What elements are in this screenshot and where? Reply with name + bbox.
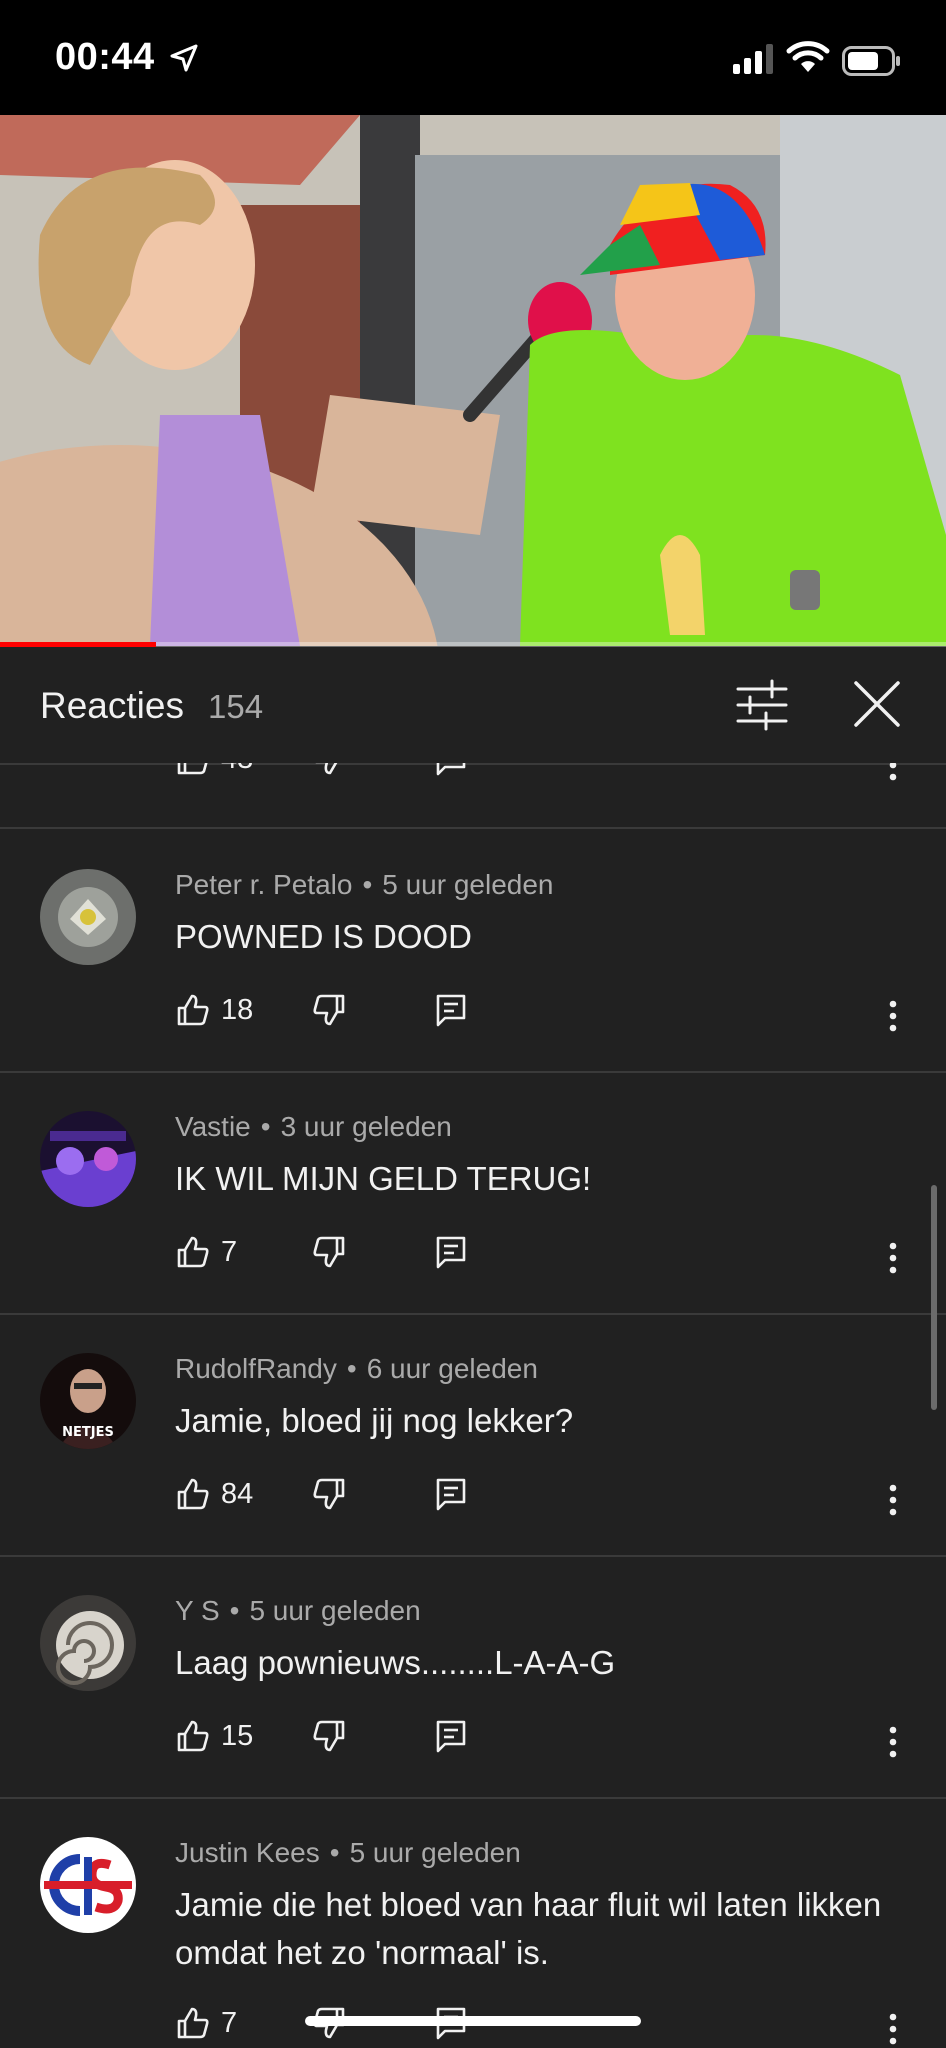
avatar[interactable]: NETJES xyxy=(40,1353,136,1449)
video-frame-image xyxy=(0,115,946,646)
comments-list[interactable]: 43 xyxy=(0,763,946,2048)
like-count: 18 xyxy=(221,993,254,1026)
comment-text: POWNED IS DOOD xyxy=(175,918,473,955)
reply-icon xyxy=(436,763,466,776)
reply-button[interactable] xyxy=(433,1718,469,1754)
reply-icon xyxy=(436,1720,466,1753)
comment-actions: 15 xyxy=(175,1718,915,1768)
more-options-icon[interactable] xyxy=(887,1724,899,1760)
thumbs-up-icon xyxy=(177,1236,209,1268)
thumbs-down-icon xyxy=(313,994,345,1026)
comment-text: IK WIL MIJN GELD TERUG! xyxy=(175,1160,592,1197)
comment-actions: 84 xyxy=(175,1476,915,1526)
thumbs-up-icon xyxy=(177,763,208,775)
comment-text: Jamie, bloed jij nog lekker? xyxy=(175,1402,574,1439)
comment-time: 5 uur geleden xyxy=(249,1595,421,1626)
reply-button[interactable] xyxy=(433,763,469,777)
more-options-icon[interactable] xyxy=(887,1240,899,1276)
comments-title: Reacties xyxy=(40,685,184,726)
comment-meta: Peter r. Petalo • 5 uur geleden xyxy=(175,869,554,900)
like-button[interactable]: 84 xyxy=(175,1476,253,1512)
comment-actions: 7 xyxy=(175,1234,915,1284)
thumbs-up-icon xyxy=(177,1478,209,1510)
dislike-button[interactable] xyxy=(311,1718,347,1754)
like-button[interactable]: 43 xyxy=(175,763,253,777)
comments-count: 154 xyxy=(208,688,264,725)
status-time: 00:44 xyxy=(55,36,155,78)
like-button[interactable]: 15 xyxy=(175,1718,253,1754)
comment-text: Jamie die het bloed van haar fluit wil l… xyxy=(175,1886,882,1971)
comment-item: Justin Kees • 5 uur geleden Jamie die het … xyxy=(0,1797,946,2048)
thumbs-down-icon xyxy=(313,1236,345,1268)
more-options-icon[interactable] xyxy=(887,763,899,783)
more-options-icon[interactable] xyxy=(887,2011,899,2047)
comment-time: 5 uur geleden xyxy=(382,869,554,900)
comment-item: Y S • 5 uur geleden Laag pownieuws........… xyxy=(0,1555,946,1799)
comment-author[interactable]: Justin Kees xyxy=(175,1837,320,1868)
more-options-icon[interactable] xyxy=(887,1482,899,1518)
cellular-signal-icon xyxy=(733,44,773,74)
wifi-icon xyxy=(786,41,830,72)
reply-button[interactable] xyxy=(433,1476,469,1512)
avatar[interactable] xyxy=(40,1595,136,1691)
more-options-icon[interactable] xyxy=(887,998,899,1034)
comment-meta: Justin Kees • 5 uur geleden xyxy=(175,1837,521,1868)
battery-icon xyxy=(842,46,900,76)
reply-button[interactable] xyxy=(433,1234,469,1270)
reply-icon xyxy=(436,1478,466,1511)
dislike-button[interactable] xyxy=(311,992,347,1028)
comments-header: Reacties 154 xyxy=(0,647,946,765)
dislike-button[interactable] xyxy=(311,1234,347,1270)
comment-partial: 43 xyxy=(0,763,946,829)
like-button[interactable]: 7 xyxy=(175,2005,237,2041)
close-icon[interactable] xyxy=(848,677,908,733)
comment-author[interactable]: RudolfRandy xyxy=(175,1353,337,1384)
like-count: 84 xyxy=(221,1477,254,1510)
thumbs-down-icon xyxy=(313,1720,345,1752)
dislike-button[interactable] xyxy=(311,1476,347,1512)
like-count: 7 xyxy=(221,1235,238,1268)
comment-author[interactable]: Peter r. Petalo xyxy=(175,869,352,900)
like-button[interactable]: 18 xyxy=(175,992,253,1028)
comment-author[interactable]: Vastie xyxy=(175,1111,251,1142)
comment-meta: Vastie • 3 uur geleden xyxy=(175,1111,452,1142)
comment-actions: 43 xyxy=(175,763,915,791)
home-indicator[interactable] xyxy=(305,2016,641,2026)
like-count: 15 xyxy=(221,1719,254,1752)
avatar-text: NETJES xyxy=(62,1425,114,1440)
comment-text: Laag pownieuws........L-A-A-G xyxy=(175,1644,616,1681)
comment-time: 6 uur geleden xyxy=(366,1353,538,1384)
comment-time: 5 uur geleden xyxy=(349,1837,521,1868)
comment-time: 3 uur geleden xyxy=(280,1111,452,1142)
thumbs-up-icon xyxy=(177,994,209,1026)
like-count: 43 xyxy=(221,763,253,776)
video-player[interactable] xyxy=(0,115,946,646)
comment-actions: 7 xyxy=(175,2005,915,2048)
avatar[interactable] xyxy=(40,1111,136,1207)
list-scrollbar[interactable] xyxy=(931,1185,937,1410)
thumbs-down-icon xyxy=(315,763,338,775)
like-count: 7 xyxy=(221,2006,238,2039)
comment-meta: RudolfRandy • 6 uur geleden xyxy=(175,1353,538,1384)
thumbs-down-icon xyxy=(313,1478,345,1510)
reply-icon xyxy=(436,1236,466,1269)
comment-meta: Y S • 5 uur geleden xyxy=(175,1595,421,1626)
comment-item: Peter r. Petalo • 5 uur geleden POWNED IS … xyxy=(0,829,946,1073)
avatar[interactable] xyxy=(40,869,136,965)
thumbs-up-icon xyxy=(177,2007,209,2039)
comment-item: NETJES RudolfRandy • 6 uur geleden Jamie, … xyxy=(0,1313,946,1557)
sort-filter-icon[interactable] xyxy=(732,677,792,733)
thumbs-up-icon xyxy=(177,1720,209,1752)
like-button[interactable]: 7 xyxy=(175,1234,237,1270)
comment-author[interactable]: Y S xyxy=(175,1595,220,1626)
avatar[interactable] xyxy=(40,1837,136,1933)
comment-actions: 18 xyxy=(175,992,915,1042)
reply-icon xyxy=(436,994,466,1027)
location-arrow-icon xyxy=(170,44,198,72)
dislike-button[interactable] xyxy=(311,763,347,777)
comment-item: Vastie • 3 uur geleden IK WIL MIJN GELD TE… xyxy=(0,1071,946,1315)
reply-button[interactable] xyxy=(433,992,469,1028)
status-bar: 00:44 xyxy=(0,0,946,115)
